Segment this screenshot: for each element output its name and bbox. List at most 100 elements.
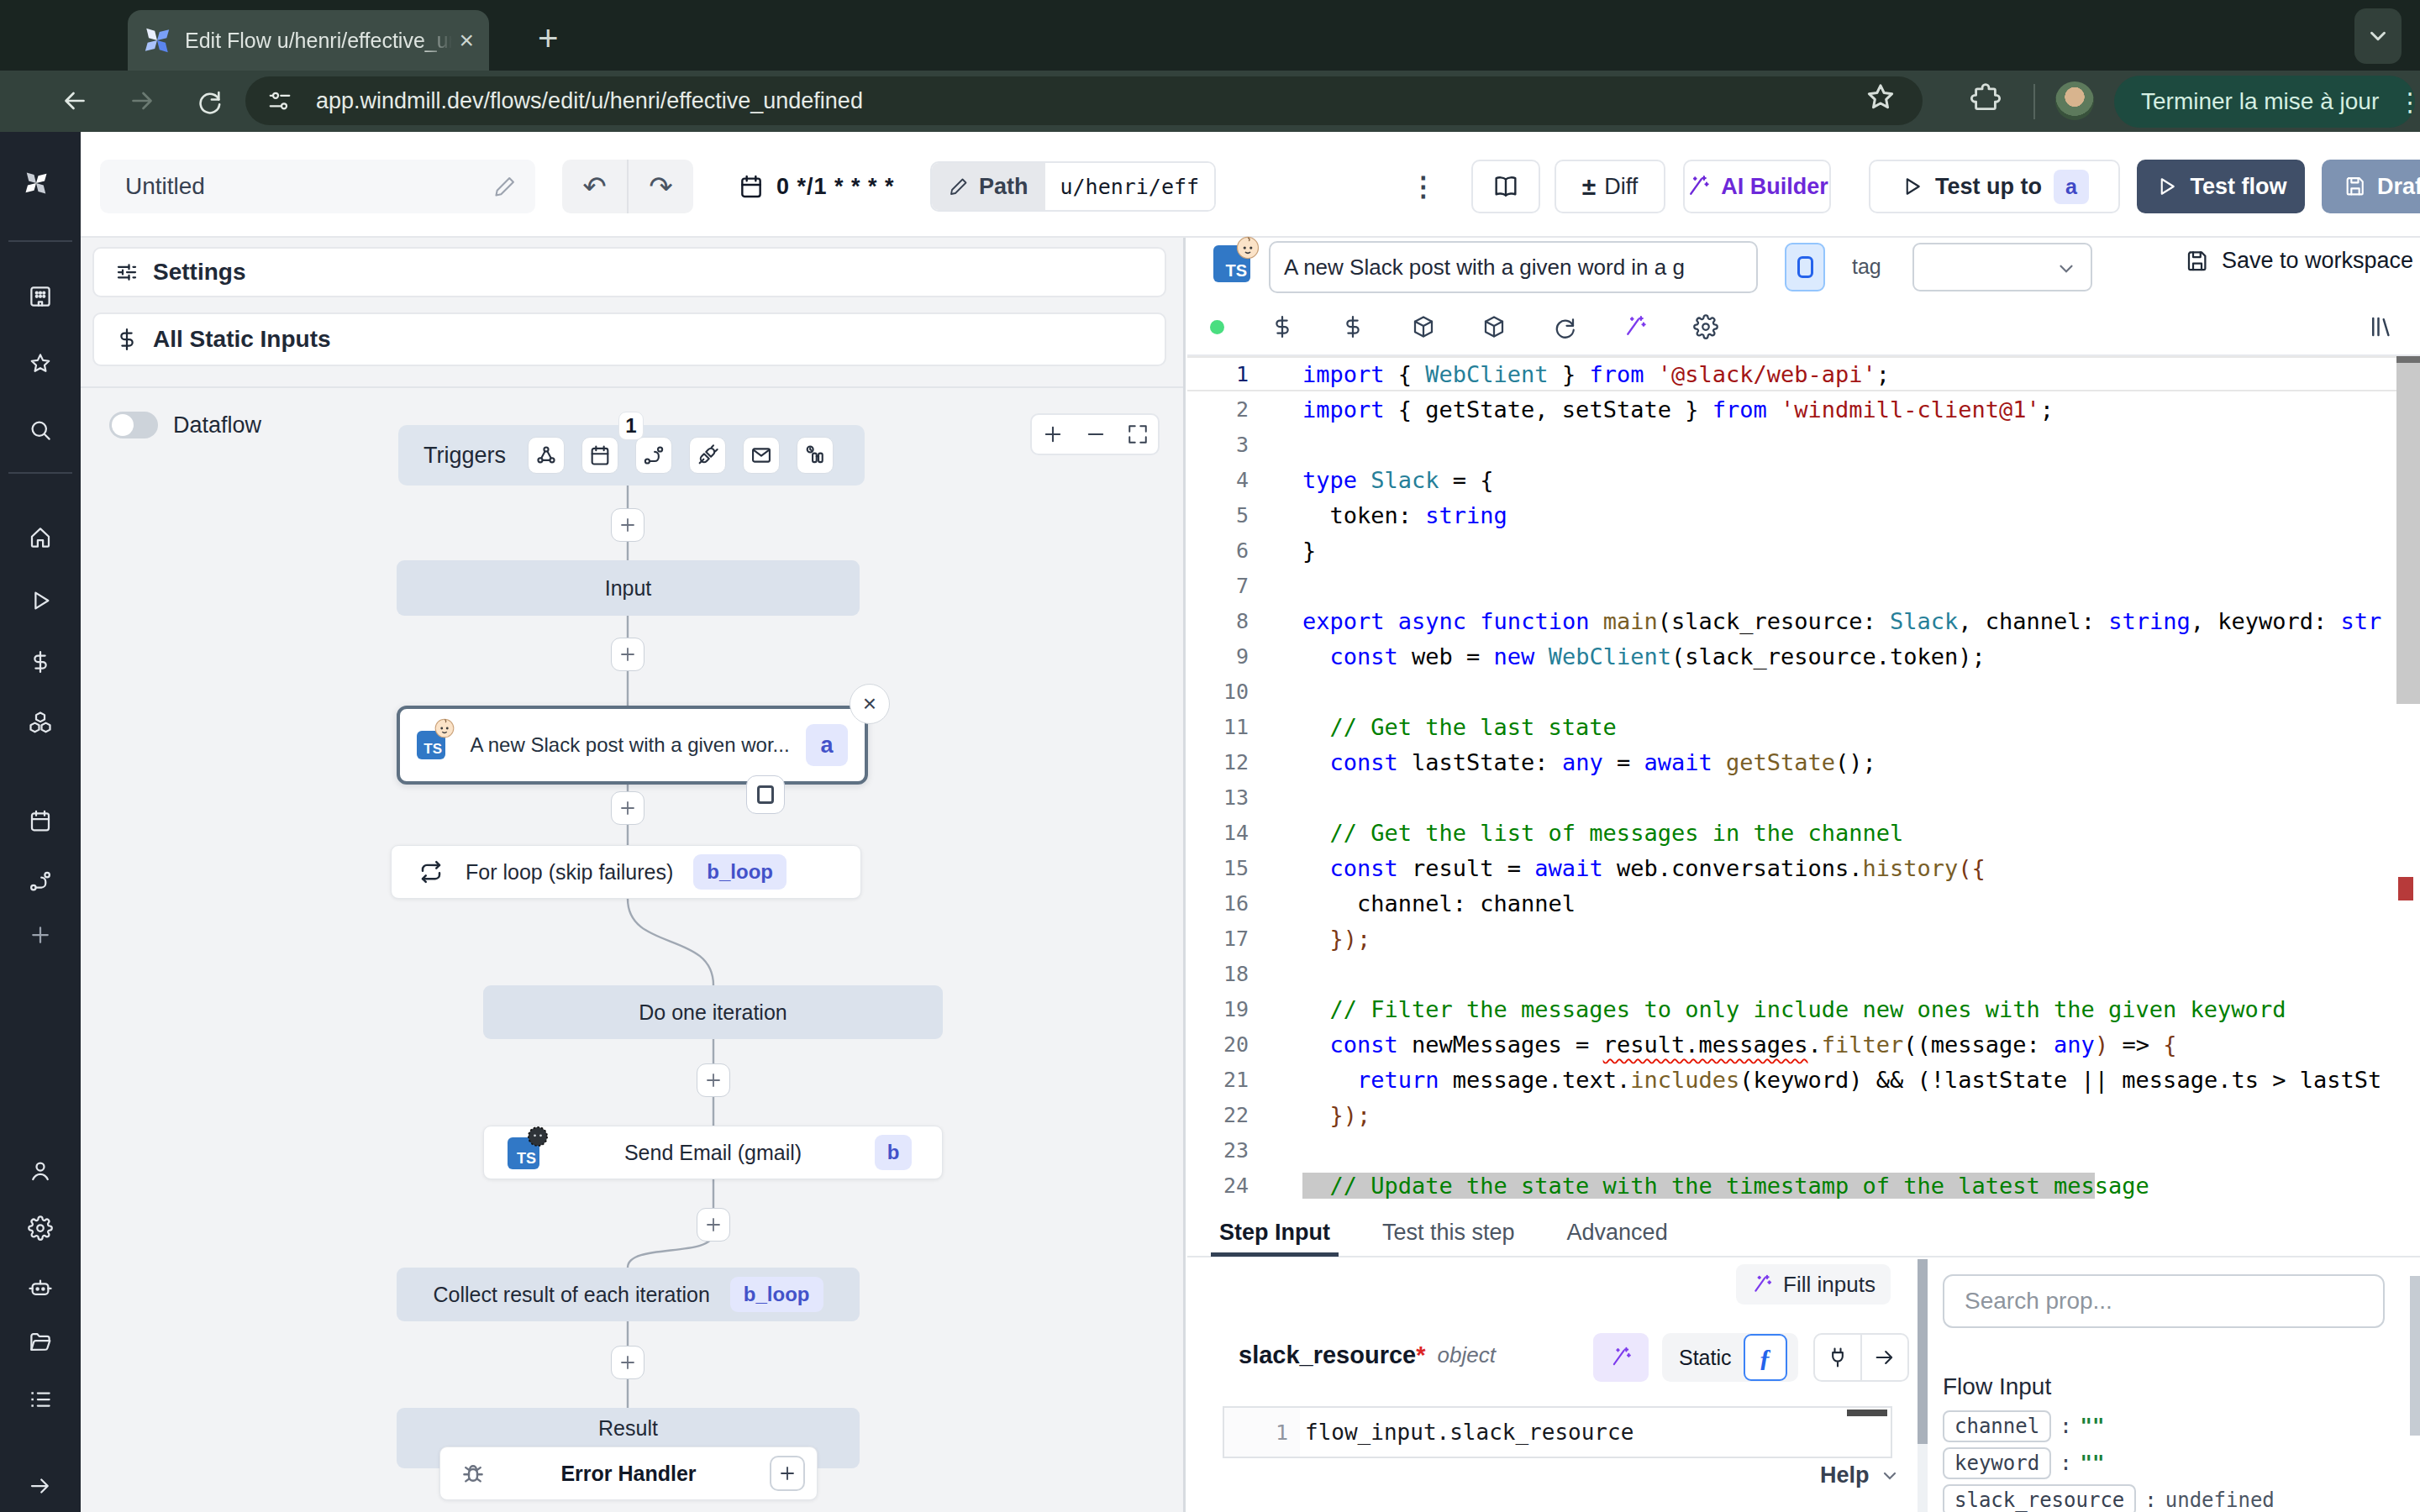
back-button[interactable]	[52, 78, 97, 123]
module-square-button[interactable]	[746, 775, 785, 814]
add-step-button[interactable]	[611, 1346, 644, 1379]
flow-node-input[interactable]: Input	[397, 560, 860, 616]
save-to-workspace-button[interactable]: Save to workspace	[2185, 248, 2413, 274]
url-address-bar[interactable]: app.windmill.dev/flows/edit/u/henri/effe…	[245, 76, 1923, 125]
reload-button[interactable]	[187, 78, 232, 123]
code-line[interactable]: 3	[1187, 427, 2420, 462]
add-step-button[interactable]	[611, 638, 644, 671]
code-line[interactable]: 11 // Get the last state	[1187, 709, 2420, 744]
code-line[interactable]: 24 // Update the state with the timestam…	[1187, 1168, 2420, 1203]
fill-inputs-button[interactable]: Fill inputs	[1736, 1264, 1891, 1305]
code-line[interactable]: 20 const newMessages = result.messages.f…	[1187, 1026, 2420, 1062]
static-option[interactable]: Static	[1679, 1346, 1732, 1370]
props-scrollbar[interactable]	[2410, 1276, 2420, 1511]
test-flow-button[interactable]: Test flow	[2137, 160, 2305, 213]
flow-node-for-loop[interactable]: For loop (skip failures) b_loop	[391, 845, 861, 899]
scrollbar-thumb[interactable]	[2396, 363, 2420, 704]
flow-node-collect-result[interactable]: Collect result of each iteration b_loop	[397, 1268, 860, 1321]
code-line[interactable]: 2import { getState, setState } from 'win…	[1187, 391, 2420, 427]
add-icon[interactable]	[28, 922, 53, 948]
path-toggle[interactable]: Path u/henri/eff	[930, 161, 1216, 212]
tab-search-button[interactable]	[2354, 8, 2402, 64]
javascript-option[interactable]: ƒ	[1744, 1334, 1787, 1381]
code-line[interactable]: 8export async function main(slack_resour…	[1187, 603, 2420, 638]
editor-scrollbar[interactable]	[2396, 356, 2420, 1207]
redo-button[interactable]: ↷	[629, 160, 693, 213]
package-icon[interactable]	[1411, 314, 1436, 339]
arrow-right-button[interactable]	[1862, 1335, 1907, 1380]
tab-test-this-step[interactable]: Test this step	[1382, 1208, 1515, 1257]
code-line[interactable]: 15 const result = await web.conversation…	[1187, 850, 2420, 885]
add-step-button[interactable]	[611, 791, 644, 825]
editor-toggle-button[interactable]	[1785, 243, 1825, 291]
variables-icon[interactable]	[28, 649, 53, 675]
add-step-button[interactable]	[697, 1063, 730, 1097]
flow-name-input[interactable]: Untitled	[100, 160, 535, 213]
code-line[interactable]: 16 channel: channel	[1187, 885, 2420, 921]
browser-tab[interactable]: Edit Flow u/henri/effective_un ×	[128, 10, 489, 71]
apps-icon[interactable]	[28, 284, 53, 309]
prop-row-keyword[interactable]: keyword:""	[1943, 1447, 2105, 1479]
code-line[interactable]: 7	[1187, 568, 2420, 603]
folders-icon[interactable]	[28, 1330, 53, 1355]
test-up-to-button[interactable]: Test up to a	[1869, 160, 2120, 213]
ai-wand-icon[interactable]	[1623, 314, 1648, 339]
add-step-button[interactable]	[697, 1208, 730, 1242]
code-line[interactable]: 22 });	[1187, 1097, 2420, 1132]
path-value[interactable]: u/henri/eff	[1045, 163, 1215, 210]
code-line[interactable]: 17 });	[1187, 921, 2420, 956]
panel-scrollbar[interactable]	[1918, 1259, 1928, 1512]
code-line[interactable]: 4type Slack = {	[1187, 462, 2420, 497]
code-line[interactable]: 10	[1187, 674, 2420, 709]
code-line[interactable]: 21 return message.text.includes(keyword)…	[1187, 1062, 2420, 1097]
prop-key[interactable]: channel	[1943, 1410, 2051, 1442]
favorites-star-icon[interactable]	[28, 351, 53, 376]
variable2-icon[interactable]	[1340, 314, 1365, 339]
tag-select[interactable]	[1912, 243, 2092, 291]
expression-editor[interactable]: 1 flow_input.slack_resource	[1223, 1406, 1892, 1458]
settings-gear-icon[interactable]	[28, 1215, 53, 1241]
flow-node-send-email[interactable]: TS Send Email (gmail) b	[483, 1126, 943, 1179]
search-icon[interactable]	[28, 417, 53, 443]
forward-button[interactable]	[119, 78, 165, 123]
plug-button[interactable]	[1815, 1335, 1860, 1380]
extensions-icon[interactable]	[1970, 82, 2002, 114]
package2-icon[interactable]	[1481, 314, 1507, 339]
ai-builder-button[interactable]: AI Builder	[1683, 160, 1831, 213]
cron-schedule[interactable]: 0 */1 * * * *	[738, 160, 895, 213]
variable-icon[interactable]	[1270, 314, 1295, 339]
add-error-handler-button[interactable]	[770, 1456, 805, 1491]
code-line[interactable]: 1import { WebClient } from '@slack/web-a…	[1187, 356, 2420, 391]
code-line[interactable]: 9 const web = new WebClient(slack_resour…	[1187, 638, 2420, 674]
avatar[interactable]	[2055, 81, 2094, 120]
code-line[interactable]: 12 const lastState: any = await getState…	[1187, 744, 2420, 780]
ai-fill-button[interactable]	[1593, 1333, 1649, 1382]
code-line[interactable]: 13	[1187, 780, 2420, 815]
code-line[interactable]: 14 // Get the list of messages in the ch…	[1187, 815, 2420, 850]
code-line[interactable]: 6}	[1187, 533, 2420, 568]
diff-button[interactable]: ± Diff	[1555, 160, 1665, 213]
home-icon[interactable]	[28, 525, 53, 550]
delete-node-button[interactable]: ×	[850, 684, 890, 724]
prop-key[interactable]: keyword	[1943, 1447, 2051, 1479]
reload-icon[interactable]	[1552, 314, 1577, 339]
flow-node-slack-step[interactable]: TS A new Slack post with a given wor... …	[397, 706, 868, 785]
bookmark-star-icon[interactable]	[1864, 81, 1897, 114]
code-line[interactable]: 23	[1187, 1132, 2420, 1168]
code-line[interactable]: 18	[1187, 956, 2420, 991]
input-mode-toggle[interactable]: Static ƒ	[1662, 1333, 1798, 1382]
new-tab-button[interactable]: +	[538, 18, 559, 59]
path-label[interactable]: Path	[932, 163, 1045, 210]
error-handler-node[interactable]: Error Handler	[439, 1446, 818, 1500]
code-line[interactable]: 19 // Filter the messages to only includ…	[1187, 991, 2420, 1026]
flows-icon[interactable]	[28, 869, 53, 894]
tab-close-icon[interactable]: ×	[459, 26, 474, 55]
flow-node-do-one-iteration[interactable]: Do one iteration	[483, 985, 943, 1039]
logs-list-icon[interactable]	[28, 1387, 53, 1412]
resources-icon[interactable]	[28, 710, 53, 735]
prop-key[interactable]: slack_resource	[1943, 1484, 2136, 1512]
tab-advanced[interactable]: Advanced	[1567, 1208, 1668, 1257]
browser-menu-icon[interactable]: ⋮	[2397, 87, 2415, 117]
user-icon[interactable]	[28, 1158, 53, 1184]
step-summary-input[interactable]: A new Slack post with a given word in a …	[1269, 241, 1758, 293]
